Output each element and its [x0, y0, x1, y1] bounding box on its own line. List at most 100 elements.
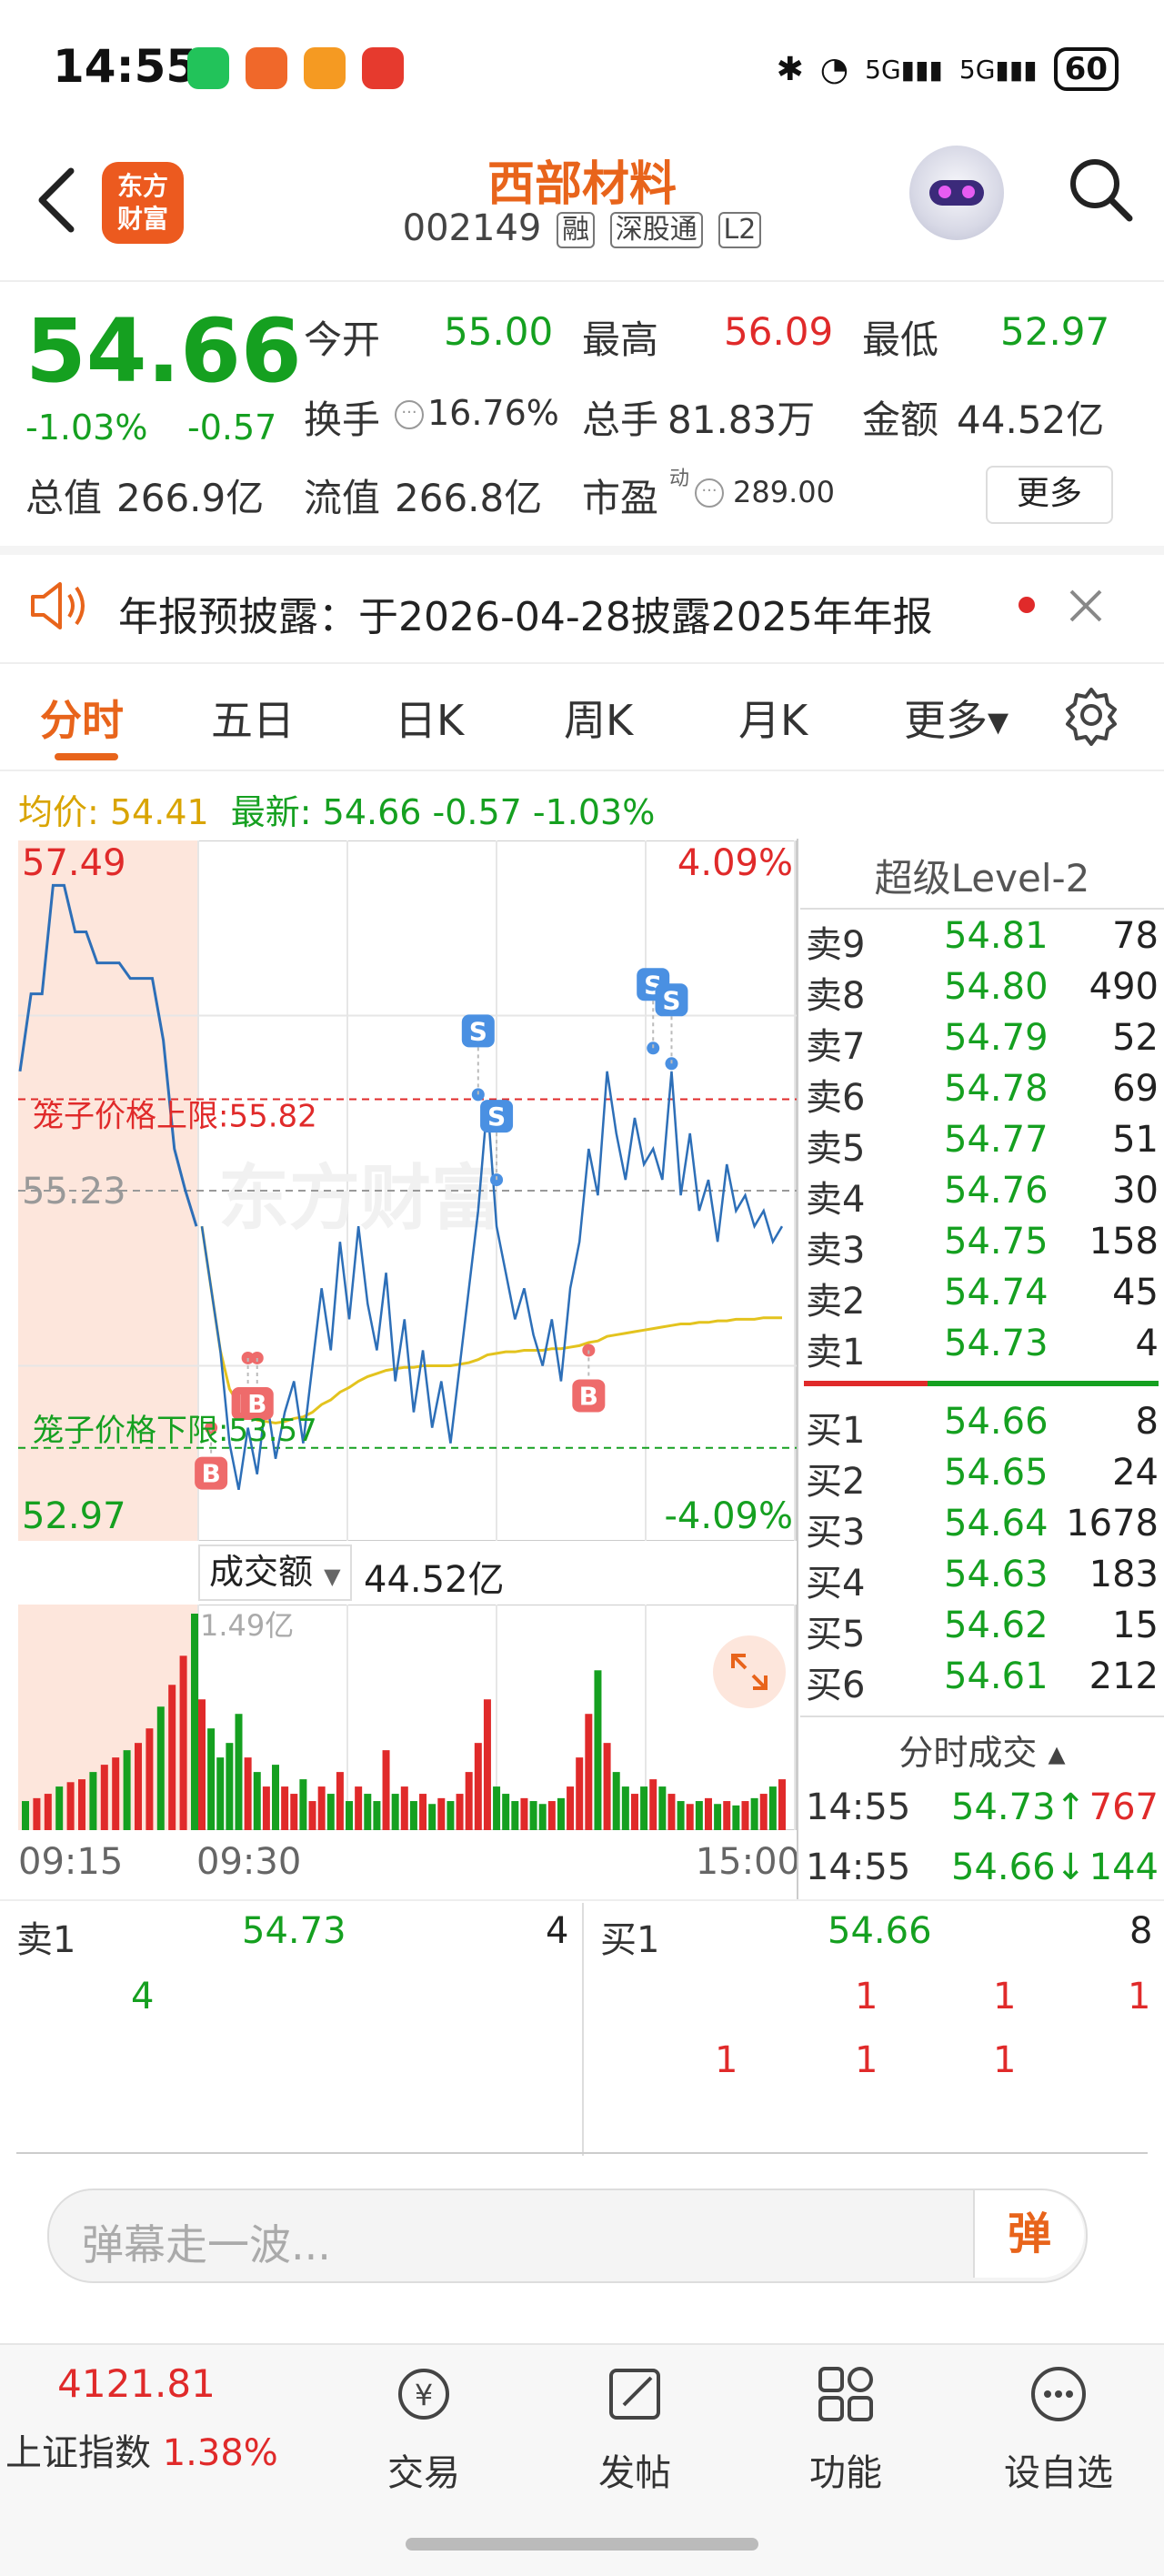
- battery-icon: 60: [1053, 47, 1119, 91]
- expand-button[interactable]: [713, 1635, 786, 1708]
- nav-add-watchlist[interactable]: 设自选: [977, 2361, 1140, 2496]
- ask-price: 54.80: [944, 966, 1049, 1008]
- volume-chart[interactable]: 1.49亿: [18, 1605, 797, 1830]
- volume-bar: [89, 1772, 97, 1830]
- nav-label: 设自选: [1004, 2452, 1113, 2494]
- volume-bar: [456, 1794, 464, 1830]
- level2-title[interactable]: 超级Level-2: [800, 848, 1164, 903]
- volume-bar: [465, 1772, 473, 1830]
- active-tab-indicator: [55, 753, 118, 760]
- margin-tag: 融: [557, 212, 596, 248]
- volume-bar: [391, 1794, 399, 1830]
- ask-label: 卖3: [806, 1230, 866, 1272]
- nav-trade[interactable]: ¥ 交易: [342, 2361, 506, 2496]
- ask-row[interactable]: 卖8 54.80 490: [804, 966, 1159, 1017]
- ticks-title[interactable]: 分时成交 ▴: [800, 1725, 1164, 1775]
- tab-monthly-k[interactable]: 月K: [738, 688, 808, 748]
- ask-label: 卖5: [806, 1128, 866, 1170]
- ask-row[interactable]: 卖1 54.73 4: [804, 1323, 1159, 1374]
- bid-row[interactable]: 买5 54.62 15: [804, 1605, 1159, 1655]
- latest-price-text: 最新: 54.66 -0.57 -1.03%: [230, 792, 656, 832]
- ask-row[interactable]: 卖6 54.78 69: [804, 1068, 1159, 1119]
- bid-volume: 212: [1089, 1655, 1159, 1697]
- intraday-price-chart[interactable]: 东方财富 BBBBSSSS 57.49 4.09% 55.23 笼子价格上限:5…: [18, 840, 797, 1541]
- bid-row[interactable]: 买2 54.65 24: [804, 1452, 1159, 1503]
- low-value: 52.97: [1000, 309, 1110, 354]
- ask-row[interactable]: 卖5 54.77 51: [804, 1119, 1159, 1170]
- divider: [0, 546, 1164, 555]
- ask-volume: 69: [1112, 1068, 1159, 1110]
- ask-row[interactable]: 卖3 54.75 158: [804, 1221, 1159, 1272]
- divider: [800, 1716, 1164, 1717]
- volume-bar: [336, 1772, 344, 1830]
- volume-bar: [447, 1801, 455, 1830]
- volume-bar: [778, 1779, 786, 1830]
- volume-bar: [493, 1786, 501, 1830]
- time-axis: 09:15 09:30 15:00: [18, 1841, 800, 1887]
- tab-weekly-k[interactable]: 周K: [564, 688, 633, 748]
- high-label: 最高: [582, 317, 659, 362]
- ask-volume: 158: [1089, 1221, 1159, 1263]
- ask-row[interactable]: 卖4 54.76 30: [804, 1170, 1159, 1221]
- marker-label: S: [662, 985, 680, 1015]
- cage-upper-label: 笼子价格上限:55.82: [33, 1098, 317, 1134]
- volume-bar: [695, 1801, 703, 1830]
- low-label: 最低: [862, 317, 939, 362]
- volume-bar: [22, 1801, 29, 1830]
- notice-text[interactable]: 年报预披露：于2026-04-28披露2025年年报: [118, 584, 933, 642]
- info-icon[interactable]: ···: [695, 478, 724, 508]
- current-price: 54.66: [25, 300, 302, 402]
- tab-five-day[interactable]: 五日: [211, 688, 295, 748]
- ask-row[interactable]: 卖7 54.79 52: [804, 1017, 1159, 1068]
- more-button[interactable]: 更多: [986, 466, 1113, 524]
- ask-label: 卖6: [806, 1077, 866, 1119]
- pe-dynamic-mark: 动: [669, 468, 690, 490]
- danmaku-toggle-button[interactable]: 弹: [973, 2190, 1084, 2278]
- bid-row[interactable]: 买3 54.64 1678: [804, 1503, 1159, 1554]
- bid-volume: 183: [1089, 1554, 1159, 1595]
- ask-row[interactable]: 卖2 54.74 45: [804, 1272, 1159, 1323]
- index-row[interactable]: 上证指数 1.38%: [5, 2423, 278, 2476]
- gear-icon[interactable]: [1060, 684, 1122, 746]
- index-value[interactable]: 4121.81: [0, 2361, 273, 2406]
- ask-price: 54.81: [944, 915, 1049, 957]
- volume-bar: [667, 1794, 676, 1830]
- nav-post[interactable]: 发帖: [553, 2361, 717, 2496]
- bid-label: 买4: [806, 1563, 866, 1605]
- index-name: 上证指数: [5, 2432, 151, 2474]
- tab-more[interactable]: 更多▾: [904, 688, 1008, 748]
- search-icon[interactable]: [1064, 153, 1137, 226]
- bid-row[interactable]: 买6 54.61 212: [804, 1655, 1159, 1706]
- app-notification-icon: [304, 47, 346, 89]
- volume-bar: [326, 1794, 335, 1830]
- volume-bar: [179, 1655, 187, 1830]
- time-label: 09:30: [196, 1841, 302, 1883]
- volume-bar: [299, 1779, 307, 1830]
- bid-volume: 1678: [1066, 1503, 1159, 1545]
- bid-row[interactable]: 买4 54.63 183: [804, 1554, 1159, 1605]
- info-icon[interactable]: ···: [395, 400, 424, 429]
- assistant-robot-icon[interactable]: [909, 146, 1004, 240]
- tick-price: 54.66↓: [951, 1846, 1087, 1888]
- unread-dot: [1018, 597, 1035, 613]
- ask-row[interactable]: 卖9 54.81 78: [804, 915, 1159, 966]
- volume-bar: [168, 1685, 176, 1830]
- tab-daily-k[interactable]: 日K: [395, 688, 464, 748]
- close-icon[interactable]: [1066, 586, 1106, 626]
- pe-value: 289.00: [733, 475, 835, 509]
- grid-icon: [818, 2367, 873, 2421]
- nav-functions[interactable]: 功能: [764, 2361, 928, 2496]
- volume-bar: [373, 1801, 381, 1830]
- volume-bar: [78, 1779, 85, 1830]
- volume-bar: [483, 1699, 491, 1830]
- volume-bar: [66, 1782, 75, 1830]
- volume-bar: [547, 1801, 556, 1830]
- volume-selector[interactable]: 成交额 ▼: [198, 1545, 352, 1601]
- tab-intraday[interactable]: 分时: [40, 688, 124, 748]
- ask-label: 卖7: [806, 1026, 866, 1068]
- high-value: 56.09: [724, 309, 834, 354]
- volume-bar: [474, 1743, 482, 1830]
- volume-bar: [630, 1794, 638, 1830]
- bid-volume: 15: [1112, 1605, 1159, 1646]
- bid-row[interactable]: 买1 54.66 8: [804, 1401, 1159, 1452]
